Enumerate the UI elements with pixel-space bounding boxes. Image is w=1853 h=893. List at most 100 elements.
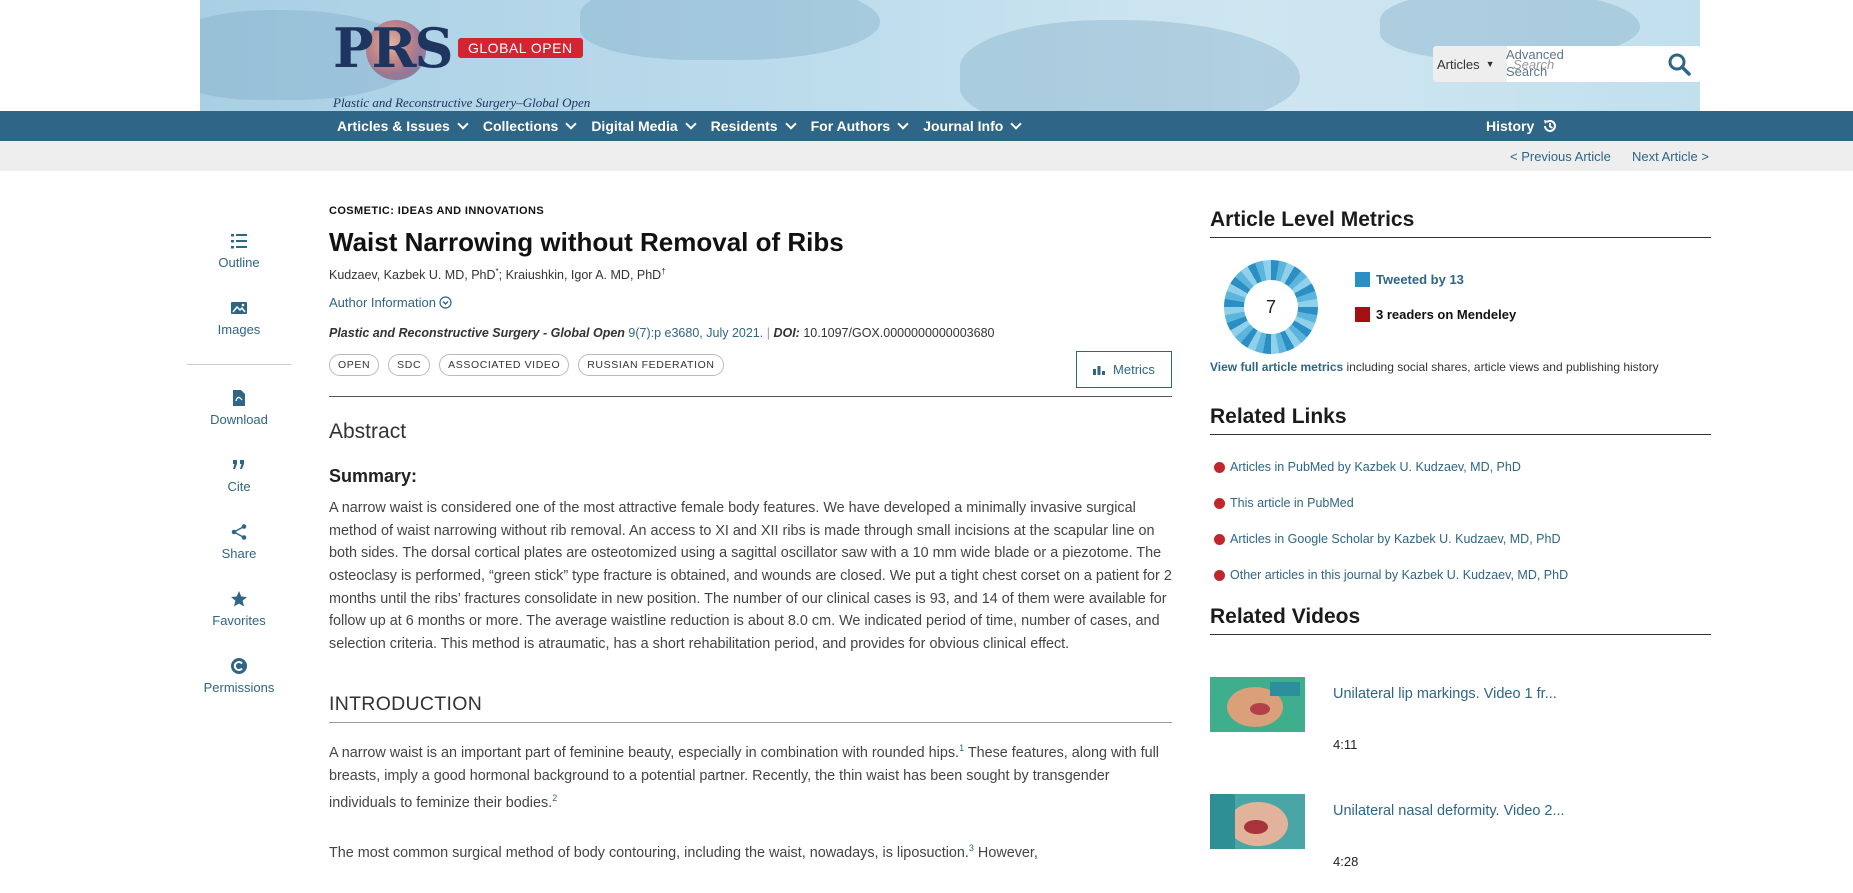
related-link-label: Articles in Google Scholar by Kazbek U. …	[1230, 532, 1561, 546]
map-landmass	[580, 0, 880, 60]
advanced-search-link[interactable]: Advanced Search	[1506, 46, 1564, 80]
main-nav: Articles & Issues Collections Digital Me…	[0, 111, 1853, 141]
doi-label: DOI:	[773, 326, 800, 341]
issue-link[interactable]: 9(7):p e3680, July 2021.	[628, 326, 763, 340]
tag-sdc[interactable]: SDC	[388, 354, 431, 377]
outline-label: Outline	[218, 255, 260, 270]
article-tools-rail: Outline Images Download Cite Share Favor…	[187, 228, 291, 720]
logo-mark: PRS	[333, 16, 453, 80]
nav-residents[interactable]: Residents	[710, 118, 797, 134]
video-duration: 4:11	[1333, 737, 1358, 752]
cite-button[interactable]: Cite	[187, 452, 291, 519]
circle-chevron-icon	[439, 296, 452, 309]
altmetric-donut[interactable]: 7	[1224, 260, 1318, 354]
previous-article-link[interactable]: < Previous Article	[1510, 149, 1611, 164]
bullet-icon	[1214, 569, 1225, 581]
map-landmass	[960, 20, 1300, 111]
intro-paragraph: A narrow waist is an important part of f…	[329, 737, 1172, 814]
author-name[interactable]: Kudzaev, Kazbek U. MD, PhD	[329, 268, 496, 282]
permissions-button[interactable]: Permissions	[187, 653, 291, 720]
download-icon	[233, 390, 245, 406]
video-thumbnail[interactable]	[1210, 677, 1305, 732]
article-main: COSMETIC: IDEAS AND INNOVATIONS Waist Na…	[329, 205, 1172, 864]
related-link[interactable]: Other articles in this journal by Kazbek…	[1210, 557, 1711, 593]
video-title[interactable]: Unilateral lip markings. Video 1 fr...	[1333, 686, 1557, 702]
share-icon	[231, 524, 247, 540]
video-title[interactable]: Unilateral nasal deformity. Video 2...	[1333, 803, 1565, 819]
nav-label: Digital Media	[591, 118, 678, 134]
images-button[interactable]: Images	[187, 295, 291, 362]
intro-text: The most common surgical method of body …	[329, 844, 969, 861]
logo-badge: GLOBAL OPEN	[458, 38, 583, 58]
related-link-label: Other articles in this journal by Kazbek…	[1230, 568, 1569, 582]
video-thumbnail[interactable]	[1210, 794, 1305, 849]
author-name[interactable]: Kraiushkin, Igor A. MD, PhD	[506, 268, 662, 282]
permissions-icon	[231, 658, 247, 674]
bullet-icon	[1214, 533, 1225, 545]
nav-for-authors[interactable]: For Authors	[810, 118, 909, 134]
article-title: Waist Narrowing without Removal of Ribs	[329, 227, 844, 257]
download-button[interactable]: Download	[187, 385, 291, 452]
metrics-button[interactable]: Metrics	[1076, 351, 1172, 388]
tag-open[interactable]: OPEN	[329, 354, 380, 377]
twitter-swatch	[1355, 272, 1370, 287]
images-label: Images	[217, 322, 261, 337]
nav-label: For Authors	[810, 118, 891, 134]
nav-collections[interactable]: Collections	[483, 118, 577, 134]
journal-name: Plastic and Reconstructive Surgery - Glo…	[329, 326, 625, 341]
video-duration: 4:28	[1333, 854, 1359, 869]
nav-journal-info[interactable]: Journal Info	[923, 118, 1022, 134]
favorites-button[interactable]: Favorites	[187, 586, 291, 653]
history-button[interactable]: History	[1486, 111, 1558, 141]
author-information-toggle[interactable]: Author Information	[329, 295, 452, 310]
search-scope-select[interactable]: Articles ▼	[1433, 46, 1507, 82]
abstract-heading: Abstract	[329, 420, 407, 444]
author-affiliation-mark: †	[661, 267, 666, 276]
summary-text: A narrow waist is considered one of the …	[329, 500, 1172, 652]
citation-separator: |	[766, 326, 770, 341]
related-video: Unilateral nasal deformity. Video 2... 4…	[1210, 794, 1711, 893]
chevron-down-icon	[685, 118, 697, 130]
nav-label: Journal Info	[923, 118, 1004, 134]
outline-button[interactable]: Outline	[187, 228, 291, 295]
history-icon	[1544, 120, 1557, 132]
related-video: Unilateral lip markings. Video 1 fr... 4…	[1210, 677, 1711, 794]
nav-articles-issues[interactable]: Articles & Issues	[337, 118, 469, 134]
search-icon[interactable]	[1667, 52, 1691, 76]
author-separator: ;	[498, 268, 506, 283]
journal-logo[interactable]: PRS GLOBAL OPEN Plastic and Reconstructi…	[333, 18, 613, 110]
caret-down-icon: ▼	[1485, 59, 1495, 69]
nav-digital-media[interactable]: Digital Media	[591, 118, 697, 134]
tweeted-label: Tweeted by 13	[1376, 272, 1464, 287]
article-sidebar: Article Level Metrics 7 Tweeted by 13 3 …	[1210, 208, 1711, 893]
mendeley-stat[interactable]: 3 readers on Mendeley	[1355, 307, 1516, 322]
next-article-link[interactable]: Next Article >	[1632, 149, 1709, 164]
cite-icon	[233, 460, 244, 469]
nav-label: Residents	[710, 118, 778, 134]
reference-link[interactable]: 2	[552, 793, 557, 803]
related-link[interactable]: Articles in Google Scholar by Kazbek U. …	[1210, 521, 1711, 557]
share-button[interactable]: Share	[187, 519, 291, 586]
related-link-label: Articles in PubMed by Kazbek U. Kudzaev,…	[1230, 460, 1521, 474]
search-bar: Articles ▼	[1433, 46, 1700, 82]
intro-text: However,	[973, 844, 1038, 861]
related-link-label: This article in PubMed	[1230, 496, 1354, 510]
altmetric-score: 7	[1244, 280, 1298, 334]
header-divider	[329, 396, 1172, 398]
related-links-list: Articles in PubMed by Kazbek U. Kudzaev,…	[1210, 449, 1711, 593]
view-full-metrics: View full article metrics including soci…	[1210, 360, 1659, 374]
chevron-down-icon	[1010, 118, 1022, 130]
tweeted-stat[interactable]: Tweeted by 13	[1355, 272, 1464, 287]
introduction-heading: INTRODUCTION	[329, 693, 1172, 724]
related-link[interactable]: Articles in PubMed by Kazbek U. Kudzaev,…	[1210, 449, 1711, 485]
favorites-label: Favorites	[212, 613, 266, 628]
header-banner: PRS GLOBAL OPEN Plastic and Reconstructi…	[200, 0, 1700, 111]
view-full-metrics-link[interactable]: View full article metrics	[1210, 360, 1343, 374]
tag-country[interactable]: RUSSIAN FEDERATION	[578, 354, 724, 377]
article-pager: < Previous Article Next Article >	[0, 141, 1853, 171]
nav-label: Articles & Issues	[337, 118, 450, 134]
related-link[interactable]: This article in PubMed	[1210, 485, 1711, 521]
history-label: History	[1486, 118, 1535, 134]
tag-associated-video[interactable]: ASSOCIATED VIDEO	[439, 354, 570, 377]
rail-divider	[187, 364, 291, 365]
